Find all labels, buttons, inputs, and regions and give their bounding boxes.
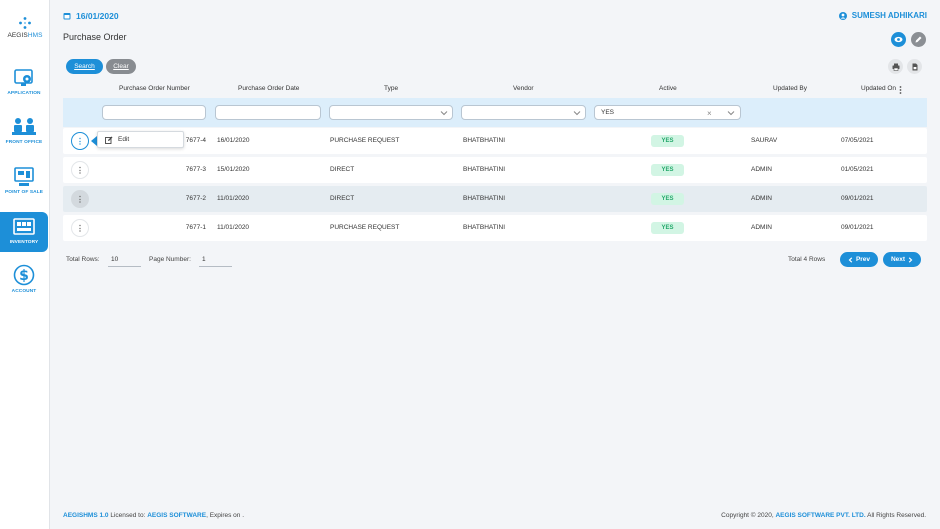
col-header-vendor[interactable]: Vendor	[513, 85, 534, 92]
user-menu[interactable]: SUMESH ADHIKARI	[838, 11, 927, 20]
front-office-icon	[12, 118, 36, 135]
eye-icon	[894, 36, 903, 43]
status-badge: YES	[651, 164, 684, 176]
row-action-menu: Edit	[97, 131, 184, 148]
row-actions-button[interactable]: ⋮	[71, 132, 89, 150]
col-header-updated-on[interactable]: Updated On	[861, 85, 896, 92]
svg-text:$: $	[19, 268, 29, 284]
account-money-icon: $	[13, 264, 35, 286]
footer-copyright: Copyright © 2020, AEGIS SOFTWARE PVT. LT…	[721, 512, 926, 519]
sidebar-item-application[interactable]: APPLICATION	[0, 67, 48, 107]
pos-monitor-icon	[14, 167, 34, 186]
sidebar-item-inventory[interactable]: INVENTORY	[0, 212, 48, 252]
status-badge: YES	[651, 193, 684, 205]
row-actions-button[interactable]: ⋮	[71, 190, 89, 208]
prev-button[interactable]: Prev	[840, 252, 878, 267]
table-row[interactable]: ⋮ 7677-1 11/01/2020 PURCHASE REQUEST BHA…	[63, 215, 927, 241]
search-button[interactable]: Search	[66, 59, 103, 74]
clear-button[interactable]: Clear	[106, 59, 136, 74]
filter-vendor-select[interactable]	[461, 105, 586, 120]
logo-text: AEGISHMS	[7, 32, 43, 39]
filter-po-date-input[interactable]	[215, 105, 321, 120]
edit-icon	[105, 136, 113, 144]
table-row[interactable]: ⋮ 7677-3 15/01/2020 DIRECT BHATBHATINI Y…	[63, 157, 927, 183]
chevron-down-icon	[727, 111, 735, 116]
sidebar-item-account[interactable]: $ ACCOUNT	[0, 263, 48, 303]
sidebar: AEGISHMS APPLICATION FRONT OFFICE POINT …	[0, 0, 50, 529]
inventory-store-icon	[13, 218, 35, 235]
col-header-active[interactable]: Active	[659, 85, 677, 92]
row-actions-button[interactable]: ⋮	[71, 161, 89, 179]
col-header-po-date[interactable]: Purchase Order Date	[238, 85, 299, 92]
table-header: Purchase Order Number Purchase Order Dat…	[63, 82, 927, 98]
pencil-icon	[915, 36, 922, 43]
page-number-input[interactable]: 1	[199, 253, 232, 267]
filter-po-number-input[interactable]	[102, 105, 206, 120]
view-button[interactable]	[891, 32, 906, 47]
total-rows-count: Total 4 Rows	[788, 256, 826, 263]
sidebar-item-point-of-sale[interactable]: POINT OF SALE	[0, 166, 48, 206]
table-row[interactable]: ⋮ 7677-4 16/01/2020 PURCHASE REQUEST BHA…	[63, 128, 927, 154]
export-button[interactable]	[907, 59, 922, 74]
filter-type-select[interactable]	[329, 105, 453, 120]
next-button[interactable]: Next	[883, 252, 921, 267]
table-row[interactable]: ⋮ 7677-2 11/01/2020 DIRECT BHATBHATINI Y…	[63, 186, 927, 212]
chevron-down-icon	[440, 111, 448, 116]
chevron-left-icon	[848, 256, 853, 263]
printer-icon	[892, 63, 899, 71]
settings-monitor-icon	[14, 69, 33, 86]
total-rows-input[interactable]: 10	[108, 253, 141, 267]
col-header-updated-by[interactable]: Updated By	[773, 85, 807, 92]
edit-mode-button[interactable]	[911, 32, 926, 47]
page-title: Purchase Order	[63, 32, 127, 42]
status-badge: YES	[651, 135, 684, 147]
header-date: 16/01/2020	[63, 11, 119, 21]
status-badge: YES	[651, 222, 684, 234]
col-header-po-number[interactable]: Purchase Order Number	[119, 85, 190, 92]
clear-filter-icon[interactable]: ×	[707, 109, 712, 118]
footer-license: AEGISHMS 1.0 Licensed to: AEGIS SOFTWARE…	[63, 512, 245, 519]
filter-active-select[interactable]: YES ×	[594, 105, 741, 120]
chevron-down-icon	[573, 111, 581, 116]
column-menu-icon[interactable]	[899, 86, 902, 94]
col-header-type[interactable]: Type	[384, 85, 398, 92]
user-icon	[838, 11, 847, 20]
edit-menu-item[interactable]: Edit	[118, 136, 129, 143]
total-rows-label: Total Rows:	[66, 256, 100, 263]
page-number-label: Page Number:	[149, 256, 191, 263]
logo-mark-icon	[19, 17, 31, 29]
row-actions-button[interactable]: ⋮	[71, 219, 89, 237]
file-export-icon	[912, 63, 917, 70]
chevron-right-icon	[908, 256, 913, 263]
sidebar-item-front-office[interactable]: FRONT OFFICE	[0, 116, 48, 156]
calendar-icon	[63, 13, 71, 20]
filter-row: YES ×	[63, 98, 927, 127]
app-logo[interactable]: AEGISHMS	[0, 16, 50, 39]
print-button[interactable]	[888, 59, 903, 74]
